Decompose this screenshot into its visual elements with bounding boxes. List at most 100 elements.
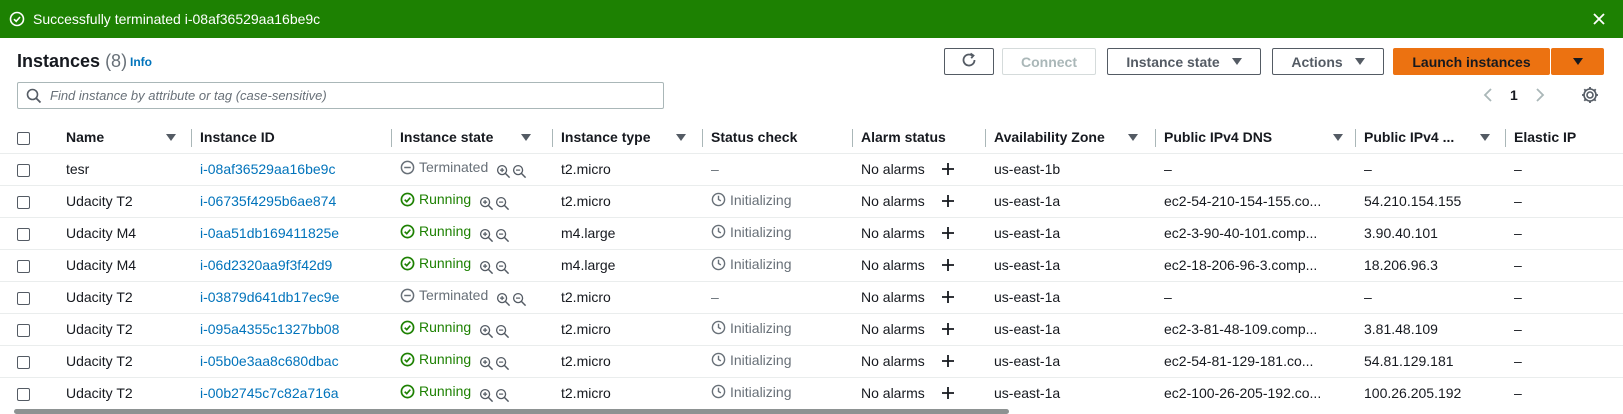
column-header-alarm-status[interactable]: Alarm status xyxy=(853,121,986,154)
plus-icon[interactable] xyxy=(941,162,955,176)
row-checkbox[interactable] xyxy=(17,387,30,401)
public-ipv4: 3.81.48.109 xyxy=(1356,313,1506,346)
zoom-in-icon[interactable] xyxy=(479,324,494,339)
plus-icon[interactable] xyxy=(941,258,955,272)
instance-id-link[interactable]: i-03879d641db17ec9e xyxy=(200,289,339,305)
zoom-in-icon[interactable] xyxy=(479,228,494,243)
public-ipv4-dns: ec2-3-81-48-109.comp... xyxy=(1156,313,1356,346)
running-icon xyxy=(400,384,415,399)
instance-count: (8) xyxy=(105,51,128,71)
zoom-out-icon[interactable] xyxy=(495,388,510,403)
table-row[interactable]: Udacity M4 i-06d2320aa9f3f42d9 Running m4.l… xyxy=(0,249,1623,282)
row-checkbox[interactable] xyxy=(17,163,30,177)
terminated-icon xyxy=(400,288,415,303)
row-checkbox[interactable] xyxy=(17,323,30,337)
plus-icon[interactable] xyxy=(941,354,955,368)
connect-button[interactable]: Connect xyxy=(1002,48,1096,75)
sort-icon[interactable] xyxy=(166,134,176,141)
close-icon[interactable] xyxy=(1591,11,1607,27)
plus-icon[interactable] xyxy=(941,322,955,336)
instance-name: Udacity T2 xyxy=(58,185,192,218)
alarm-status: No alarms xyxy=(861,161,955,177)
row-checkbox[interactable] xyxy=(17,355,30,369)
table-row[interactable]: Udacity M4 i-0aa51db169411825e Running m4.l… xyxy=(0,217,1623,250)
instance-id-link[interactable]: i-095a4355c1327bb08 xyxy=(200,321,339,337)
instance-id-link[interactable]: i-06735f4295b6ae874 xyxy=(200,193,336,209)
elastic-ip: – xyxy=(1506,377,1623,410)
plus-icon[interactable] xyxy=(941,194,955,208)
column-header-status-check[interactable]: Status check xyxy=(703,121,853,154)
sort-icon[interactable] xyxy=(1333,134,1343,141)
running-icon xyxy=(400,320,415,335)
zoom-out-icon[interactable] xyxy=(495,260,510,275)
actions-dropdown[interactable]: Actions xyxy=(1272,48,1384,75)
table-row[interactable]: Udacity T2 i-06735f4295b6ae874 Running t2.m… xyxy=(0,185,1623,218)
availability-zone: us-east-1a xyxy=(986,377,1156,410)
zoom-in-icon[interactable] xyxy=(479,388,494,403)
clock-icon xyxy=(711,384,726,399)
zoom-out-icon[interactable] xyxy=(495,196,510,211)
running-icon xyxy=(400,192,415,207)
alarm-status: No alarms xyxy=(861,289,955,305)
plus-icon[interactable] xyxy=(941,386,955,400)
chevron-left-icon[interactable] xyxy=(1478,85,1498,105)
column-header-instance-state[interactable]: Instance state xyxy=(392,121,553,154)
row-checkbox[interactable] xyxy=(17,227,30,241)
launch-dropdown-button[interactable] xyxy=(1551,48,1604,75)
sort-icon[interactable] xyxy=(521,134,531,141)
plus-icon[interactable] xyxy=(941,226,955,240)
zoom-out-icon[interactable] xyxy=(495,228,510,243)
column-header-public-ipv4[interactable]: Public IPv4 ... xyxy=(1356,121,1506,154)
running-icon xyxy=(400,224,415,239)
row-checkbox[interactable] xyxy=(17,195,30,209)
column-header-elastic-ip[interactable]: Elastic IP xyxy=(1506,121,1623,154)
zoom-in-icon[interactable] xyxy=(496,292,511,307)
row-checkbox[interactable] xyxy=(17,259,30,273)
column-header-instance-type[interactable]: Instance type xyxy=(553,121,703,154)
instance-id-link[interactable]: i-0aa51db169411825e xyxy=(200,225,339,241)
table-row[interactable]: Udacity T2 i-00b2745c7c82a716a Running t2.m… xyxy=(0,377,1623,410)
zoom-out-icon[interactable] xyxy=(495,324,510,339)
zoom-in-icon[interactable] xyxy=(479,260,494,275)
column-header-availability-zone[interactable]: Availability Zone xyxy=(986,121,1156,154)
actions-label: Actions xyxy=(1291,53,1343,70)
status-check: Initializing xyxy=(711,384,791,400)
instance-id-link[interactable]: i-00b2745c7c82a716a xyxy=(200,385,339,401)
row-checkbox[interactable] xyxy=(17,291,30,305)
plus-icon[interactable] xyxy=(941,290,955,304)
search-input[interactable] xyxy=(50,88,640,103)
table-row[interactable]: Udacity T2 i-03879d641db17ec9e Terminated t… xyxy=(0,281,1623,314)
sort-icon[interactable] xyxy=(1480,134,1490,141)
zoom-out-icon[interactable] xyxy=(495,356,510,371)
instance-state-dropdown[interactable]: Instance state xyxy=(1107,48,1261,75)
public-ipv4-dns: ec2-100-26-205-192.co... xyxy=(1156,377,1356,410)
zoom-in-icon[interactable] xyxy=(479,196,494,211)
scrollbar-thumb[interactable] xyxy=(14,409,1009,414)
instance-id-link[interactable]: i-05b0e3aa8c680dbac xyxy=(200,353,339,369)
refresh-button[interactable] xyxy=(944,48,994,75)
column-header-public-ipv4-dns[interactable]: Public IPv4 DNS xyxy=(1156,121,1356,154)
zoom-in-icon[interactable] xyxy=(479,356,494,371)
instance-type: t2.micro xyxy=(553,313,703,346)
zoom-out-icon[interactable] xyxy=(512,164,527,179)
column-header-instance-id[interactable]: Instance ID xyxy=(192,121,392,154)
info-link[interactable]: Info xyxy=(130,55,152,69)
table-row[interactable]: Udacity T2 i-05b0e3aa8c680dbac Running t2.m… xyxy=(0,345,1623,378)
table-row[interactable]: Udacity T2 i-095a4355c1327bb08 Running t2.m… xyxy=(0,313,1623,346)
gear-icon[interactable] xyxy=(1580,85,1600,105)
chevron-right-icon[interactable] xyxy=(1530,85,1550,105)
sort-icon[interactable] xyxy=(1128,134,1138,141)
zoom-out-icon[interactable] xyxy=(512,292,527,307)
instance-id-link[interactable]: i-08af36529aa16be9c xyxy=(200,161,335,177)
launch-instances-button[interactable]: Launch instances xyxy=(1393,48,1550,75)
caret-down-icon xyxy=(1572,58,1583,65)
table-row[interactable]: tesr i-08af36529aa16be9c Terminated t2.micr… xyxy=(0,153,1623,186)
zoom-in-icon[interactable] xyxy=(496,164,511,179)
current-page[interactable]: 1 xyxy=(1510,87,1518,103)
elastic-ip: – xyxy=(1506,313,1623,346)
elastic-ip: – xyxy=(1506,249,1623,282)
instance-id-link[interactable]: i-06d2320aa9f3f42d9 xyxy=(200,257,332,273)
sort-icon[interactable] xyxy=(676,134,686,141)
column-header-name[interactable]: Name xyxy=(58,121,192,154)
select-all-checkbox[interactable] xyxy=(17,131,30,145)
